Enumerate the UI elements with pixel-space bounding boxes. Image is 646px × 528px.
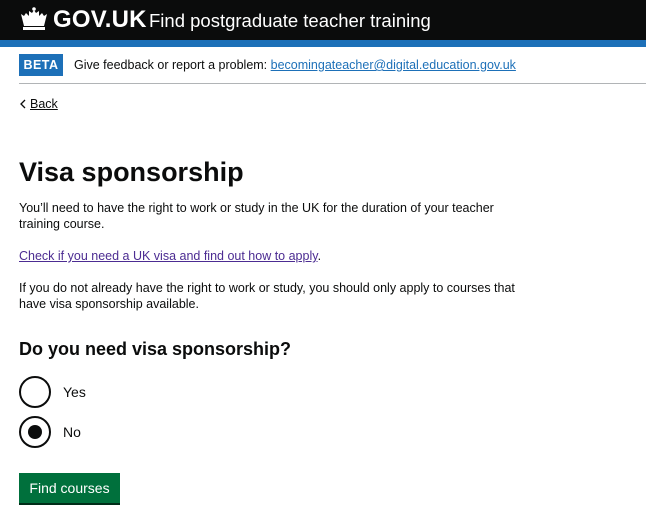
feedback-email-link[interactable]: becomingateacher@digital.education.gov.u… — [271, 58, 516, 72]
radio-no-label[interactable]: No — [63, 423, 81, 441]
question-heading: Do you need visa sponsorship? — [19, 339, 292, 359]
crown-icon — [21, 7, 47, 30]
radio-yes-input[interactable] — [19, 376, 51, 408]
radio-no[interactable]: No — [19, 416, 319, 448]
radio-yes[interactable]: Yes — [19, 376, 319, 408]
chevron-left-icon — [20, 99, 26, 109]
radio-no-input[interactable] — [19, 416, 51, 448]
sponsorship-advice-paragraph: If you do not already have the right to … — [19, 281, 515, 311]
beta-tag: BETA — [19, 54, 63, 76]
feedback-text: Give feedback or report a problem: — [74, 58, 268, 72]
visa-guidance-link[interactable]: Check if you need a UK visa and find out… — [19, 249, 318, 263]
header-blue-bar — [0, 40, 646, 47]
site-header: GOV.UK Find postgraduate teacher trainin… — [0, 0, 646, 40]
page-title: Visa sponsorship — [19, 157, 244, 187]
visa-guidance-suffix: . — [317, 249, 322, 263]
visa-intro-paragraph: You’ll need to have the right to work or… — [19, 201, 494, 231]
back-link-label[interactable]: Back — [30, 96, 58, 112]
radio-selected-dot — [28, 425, 42, 439]
visa-guidance-paragraph: Check if you need a UK visa and find out… — [19, 248, 519, 264]
radio-yes-label[interactable]: Yes — [63, 383, 86, 401]
find-courses-button[interactable]: Find courses — [19, 473, 120, 503]
govuk-logo[interactable]: GOV.UK — [53, 5, 147, 35]
phase-banner-text: Give feedback or report a problem: becom… — [74, 57, 516, 73]
service-name[interactable]: Find postgraduate teacher training — [149, 8, 431, 34]
phase-banner-divider — [19, 83, 646, 84]
